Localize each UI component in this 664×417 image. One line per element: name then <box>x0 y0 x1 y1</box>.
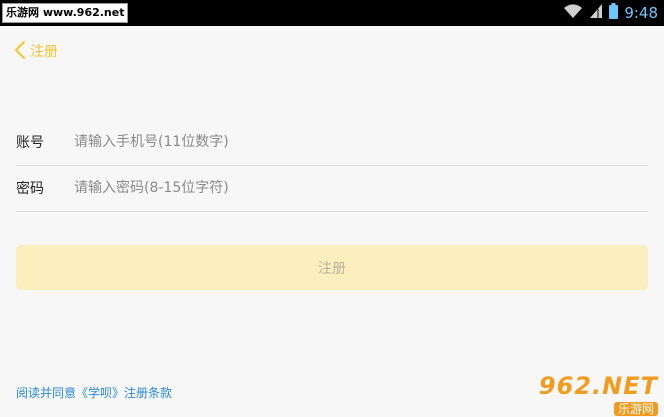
status-icons: 9:48 <box>563 3 658 23</box>
account-input[interactable] <box>74 127 648 157</box>
wifi-icon <box>563 3 583 23</box>
agreement-link[interactable]: 阅读并同意《学呗》注册条款 <box>16 384 172 401</box>
password-input[interactable] <box>74 173 648 203</box>
password-label: 密码 <box>16 181 44 197</box>
account-label: 账号 <box>16 135 44 151</box>
watermark-name: 乐游网 <box>613 402 658 416</box>
page-title: 注册 <box>30 44 58 60</box>
signal-icon <box>589 3 603 23</box>
chevron-left-icon <box>14 40 26 64</box>
watermark-bottom-right: 962.NET 乐游网 <box>528 372 658 416</box>
watermark-logo: 962.NET <box>538 372 658 400</box>
account-row: 账号 <box>16 119 648 166</box>
nav-bar: 注册 <box>0 26 664 72</box>
register-button[interactable]: 注册 <box>16 245 648 290</box>
clock: 9:48 <box>624 4 658 22</box>
status-bar: 乐游网 www.962.net 9:48 <box>0 0 664 26</box>
watermark-top-left: 乐游网 www.962.net <box>2 3 129 23</box>
back-button[interactable]: 注册 <box>14 40 58 64</box>
password-row: 密码 <box>16 165 648 212</box>
battery-icon <box>609 3 619 23</box>
